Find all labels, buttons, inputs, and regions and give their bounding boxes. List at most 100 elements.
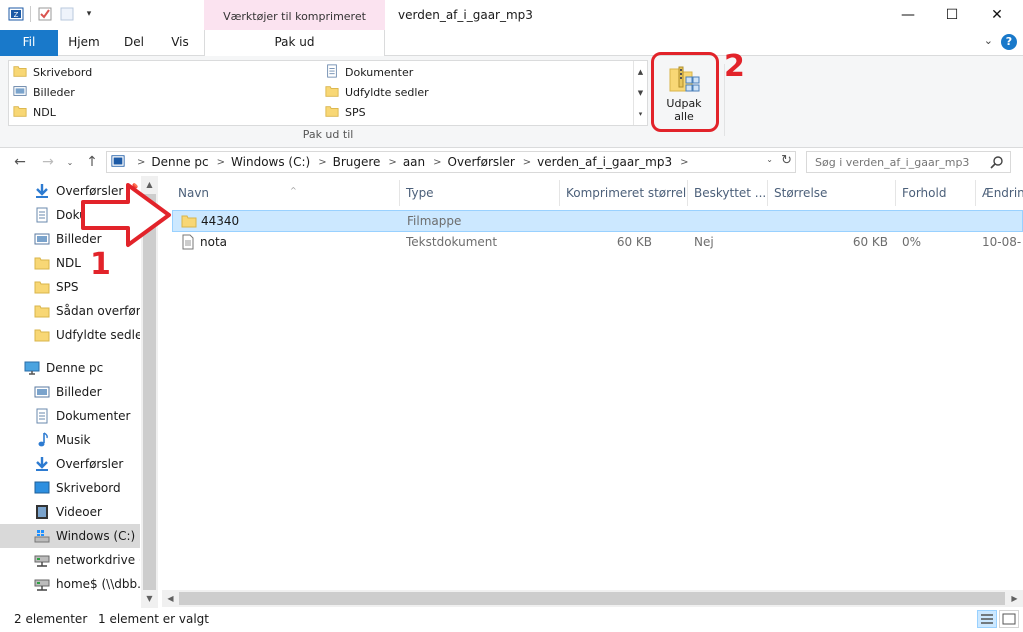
expand-ribbon-icon[interactable]: ⌄ — [984, 34, 993, 50]
scroll-up-icon[interactable]: ▲ — [141, 176, 158, 193]
breadcrumb-drive[interactable]: Windows (C:) — [231, 155, 310, 169]
network-drive-icon — [34, 552, 50, 568]
refresh-icon[interactable]: ↻ — [781, 153, 792, 168]
column-header-size[interactable]: Størrelse — [768, 180, 896, 206]
breadcrumb-this-pc[interactable]: Denne pc — [151, 155, 208, 169]
scroll-up-icon[interactable]: ▲ — [638, 68, 643, 76]
breadcrumb-separator-icon[interactable]: > — [318, 157, 326, 168]
properties-icon[interactable] — [37, 6, 53, 22]
large-icons-view-button[interactable] — [999, 610, 1019, 628]
file-list-horizontal-scrollbar[interactable]: ◀ ▶ — [162, 590, 1023, 607]
nav-item-filled-slips[interactable]: Udfyldte sedler — [0, 323, 140, 347]
nav-item-pc-desktop[interactable]: Skrivebord — [0, 476, 140, 500]
tab-view[interactable]: Vis — [158, 30, 202, 56]
help-icon[interactable]: ? — [1001, 34, 1017, 50]
breadcrumb-separator-icon[interactable]: > — [433, 157, 441, 168]
zip-folder-icon[interactable]: Z — [8, 6, 24, 22]
pin-icon[interactable]: 📌 — [126, 208, 138, 219]
scroll-right-icon[interactable]: ▶ — [1006, 590, 1023, 607]
table-row[interactable]: 44340 Filmappe — [172, 210, 1023, 232]
details-view-button[interactable] — [977, 610, 997, 628]
breadcrumb-separator-icon[interactable]: > — [680, 157, 688, 168]
breadcrumb-downloads[interactable]: Overførsler — [448, 155, 515, 169]
address-dropdown-icon[interactable]: ⌄ — [766, 155, 773, 164]
search-input[interactable] — [815, 154, 985, 170]
nav-item-pictures[interactable]: Billeder — [0, 227, 140, 251]
details-view-icon — [981, 614, 993, 624]
selection-count: 1 element er valgt — [98, 612, 209, 626]
address-bar[interactable]: > Denne pc > Windows (C:) > Brugere > aa… — [106, 151, 796, 173]
nav-item-downloads[interactable]: Overførsler — [0, 179, 140, 203]
nav-item-label: Dokumenter — [56, 409, 131, 423]
up-button[interactable]: ↑ — [82, 152, 102, 172]
column-header-ratio[interactable]: Forhold — [896, 180, 976, 206]
extract-all-button[interactable]: Udpak alle — [652, 59, 716, 131]
nav-item-pc-music[interactable]: Musik — [0, 428, 140, 452]
recent-locations-button[interactable]: ⌄ — [60, 152, 80, 172]
customize-toolbar-icon[interactable]: ▾ — [81, 6, 97, 22]
nav-item-pc-windows-drive[interactable]: Windows (C:) — [0, 524, 140, 548]
nav-item-sps[interactable]: SPS — [0, 275, 140, 299]
nav-item-pc-network-drive[interactable]: networkdrive (\\ — [0, 548, 140, 572]
destination-sps[interactable]: SPS — [325, 103, 366, 121]
pictures-icon — [13, 84, 27, 101]
close-button[interactable]: ✕ — [974, 0, 1020, 30]
breadcrumb-current-folder[interactable]: verden_af_i_gaar_mp3 — [537, 155, 672, 169]
forward-button[interactable]: → — [38, 152, 58, 172]
table-row[interactable]: nota Tekstdokument 60 KB Nej 60 KB 0% 10… — [172, 232, 1023, 254]
destination-desktop[interactable]: Skrivebord — [13, 63, 92, 81]
scroll-down-icon[interactable]: ▼ — [141, 590, 158, 607]
scroll-left-icon[interactable]: ◀ — [162, 590, 179, 607]
nav-pane-scrollbar[interactable]: ▲ ▼ — [141, 176, 158, 608]
breadcrumb-user[interactable]: aan — [403, 155, 425, 169]
breadcrumb-separator-icon[interactable]: > — [137, 157, 145, 168]
gallery-scroll[interactable]: ▲ ▼ ▾ — [633, 61, 647, 125]
nav-item-label: Overførsler — [56, 457, 124, 471]
tab-share[interactable]: Del — [110, 30, 158, 56]
scrollbar-thumb[interactable] — [179, 592, 1005, 605]
nav-item-ndl[interactable]: NDL — [0, 251, 140, 275]
toolbar-divider — [30, 6, 31, 22]
scroll-down-icon[interactable]: ▼ — [638, 89, 643, 97]
breadcrumb-users[interactable]: Brugere — [333, 155, 381, 169]
pin-icon[interactable]: 📌 — [126, 184, 138, 195]
maximize-button[interactable]: ☐ — [929, 0, 975, 30]
column-header-protected[interactable]: Beskyttet ... — [688, 180, 768, 206]
destination-ndl[interactable]: NDL — [13, 103, 56, 121]
file-compressed-size — [561, 211, 653, 231]
gallery-more-icon[interactable]: ▾ — [639, 110, 643, 118]
back-button[interactable]: ← — [10, 152, 30, 172]
nav-item-how-to-transfer[interactable]: Sådan overføre d — [0, 299, 140, 323]
minimize-button[interactable]: — — [885, 0, 931, 30]
nav-item-pc-documents[interactable]: Dokumenter — [0, 404, 140, 428]
tab-extract[interactable]: Pak ud — [204, 30, 385, 57]
destination-filled-slips[interactable]: Udfyldte sedler — [325, 83, 429, 101]
tab-file[interactable]: Fil — [0, 30, 58, 56]
tab-home[interactable]: Hjem — [58, 30, 110, 56]
search-box[interactable] — [806, 151, 1011, 173]
breadcrumb-separator-icon[interactable]: > — [217, 157, 225, 168]
nav-item-pc-home-drive[interactable]: home$ (\\dbb.d — [0, 572, 140, 596]
column-header-type[interactable]: Type — [400, 180, 560, 206]
column-header-modified[interactable]: Ændring — [976, 180, 1023, 206]
annotation-marker-2: 2 — [724, 49, 745, 84]
new-folder-icon[interactable] — [59, 6, 75, 22]
scrollbar-thumb[interactable] — [143, 194, 156, 590]
nav-item-pc-pictures[interactable]: Billeder — [0, 380, 140, 404]
column-header-compressed-size[interactable]: Komprimeret størrel... — [560, 180, 688, 206]
destination-pictures[interactable]: Billeder — [13, 83, 75, 101]
column-header-name[interactable]: Navn ^ — [172, 180, 400, 206]
nav-item-pc-downloads[interactable]: Overførsler — [0, 452, 140, 476]
chevron-down-icon: ⌄ — [66, 157, 74, 167]
nav-item-this-pc[interactable]: Denne pc — [0, 356, 140, 380]
pin-icon[interactable]: 📌 — [126, 232, 138, 243]
breadcrumb-separator-icon[interactable]: > — [523, 157, 531, 168]
breadcrumb-separator-icon[interactable]: > — [388, 157, 396, 168]
music-icon — [34, 432, 50, 448]
nav-item-pc-videos[interactable]: Videoer — [0, 500, 140, 524]
nav-item-documents[interactable]: Dokumenter — [0, 203, 140, 227]
search-icon[interactable] — [990, 155, 1004, 169]
destination-documents[interactable]: Dokumenter — [325, 63, 413, 81]
folder-icon — [13, 104, 27, 121]
folder-icon — [34, 303, 50, 319]
